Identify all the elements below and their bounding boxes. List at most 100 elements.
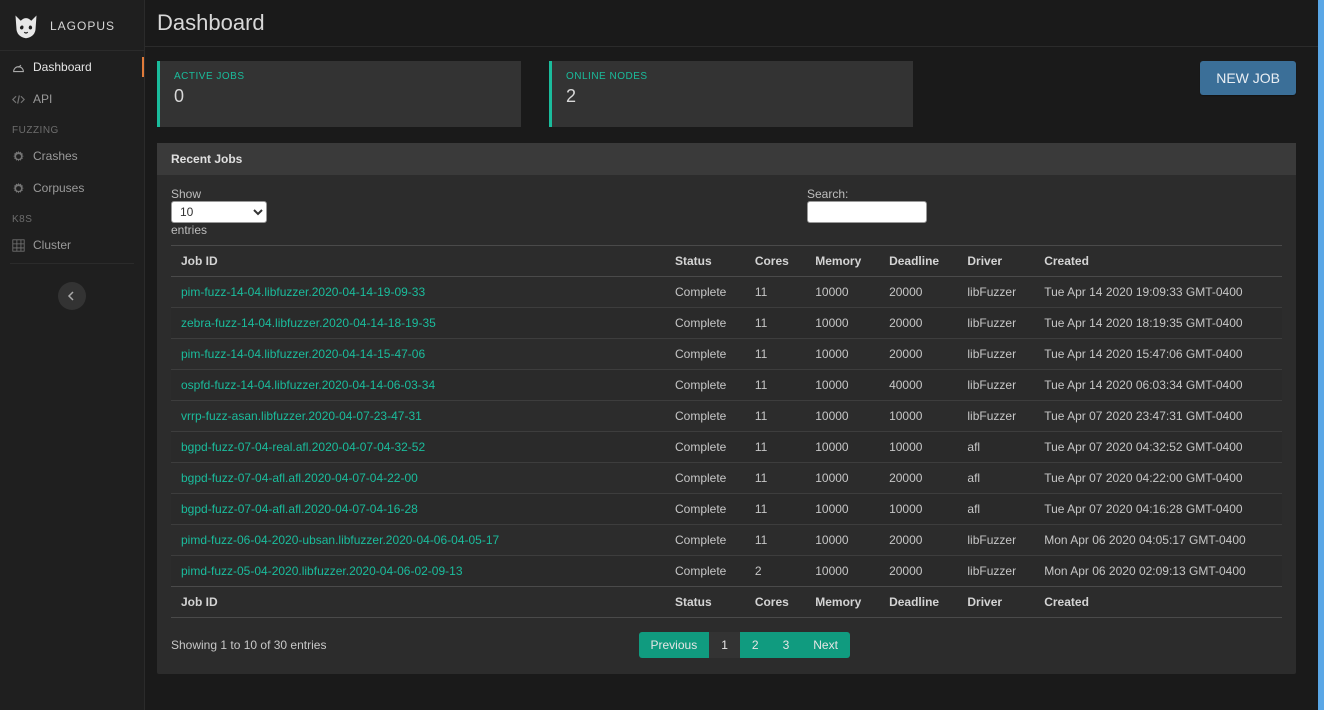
job-link[interactable]: pimd-fuzz-06-04-2020-ubsan.libfuzzer.202… <box>181 533 499 547</box>
cell-cores: 11 <box>745 494 805 525</box>
cell-deadline: 40000 <box>879 370 957 401</box>
cell-driver: afl <box>957 494 1034 525</box>
panel-title: Recent Jobs <box>157 143 1296 175</box>
sidebar: LAGOPUS Dashboard API FUZZING Crashes Co… <box>0 0 145 710</box>
column-header[interactable]: Memory <box>805 246 879 277</box>
column-header[interactable]: Job ID <box>171 246 665 277</box>
stat-value: 0 <box>174 86 507 107</box>
sidebar-item-label: API <box>33 92 52 106</box>
cell-status: Complete <box>665 556 745 587</box>
sidebar-item-label: Cluster <box>33 238 71 252</box>
cell-cores: 11 <box>745 277 805 308</box>
code-icon <box>12 93 25 106</box>
page-length-select[interactable]: 10 <box>171 201 267 223</box>
cell-memory: 10000 <box>805 494 879 525</box>
cell-status: Complete <box>665 308 745 339</box>
sidebar-item-label: Dashboard <box>33 60 92 74</box>
nav-section-fuzzing: FUZZING <box>0 115 144 140</box>
cell-status: Complete <box>665 401 745 432</box>
job-link[interactable]: pim-fuzz-14-04.libfuzzer.2020-04-14-15-4… <box>181 347 425 361</box>
sidebar-item-label: Crashes <box>33 149 78 163</box>
cell-deadline: 10000 <box>879 432 957 463</box>
cell-deadline: 10000 <box>879 494 957 525</box>
cell-created: Tue Apr 07 2020 23:47:31 GMT-0400 <box>1034 401 1282 432</box>
stat-value: 2 <box>566 86 899 107</box>
table-info: Showing 1 to 10 of 30 entries <box>171 638 326 652</box>
column-header[interactable]: Driver <box>957 587 1034 618</box>
cell-driver: libFuzzer <box>957 339 1034 370</box>
stat-card-online-nodes: ONLINE NODES 2 <box>549 61 913 127</box>
table-row: zebra-fuzz-14-04.libfuzzer.2020-04-14-18… <box>171 308 1282 339</box>
sidebar-item-dashboard[interactable]: Dashboard <box>0 51 144 83</box>
brand[interactable]: LAGOPUS <box>0 4 144 51</box>
cell-deadline: 20000 <box>879 308 957 339</box>
cell-job-id: bgpd-fuzz-07-04-real.afl.2020-04-07-04-3… <box>171 432 665 463</box>
column-header[interactable]: Driver <box>957 246 1034 277</box>
page-header: Dashboard <box>145 0 1318 47</box>
job-link[interactable]: vrrp-fuzz-asan.libfuzzer.2020-04-07-23-4… <box>181 409 422 423</box>
cell-status: Complete <box>665 339 745 370</box>
column-header[interactable]: Created <box>1034 246 1282 277</box>
logo-icon <box>12 12 40 40</box>
column-header[interactable]: Status <box>665 246 745 277</box>
pager-prev[interactable]: Previous <box>639 632 710 658</box>
pager-page[interactable]: 3 <box>771 632 802 658</box>
scrollbar[interactable] <box>1318 0 1324 710</box>
search-label: Search: <box>807 187 927 201</box>
cell-memory: 10000 <box>805 401 879 432</box>
column-header[interactable]: Cores <box>745 587 805 618</box>
cell-created: Tue Apr 07 2020 04:16:28 GMT-0400 <box>1034 494 1282 525</box>
table-row: bgpd-fuzz-07-04-afl.afl.2020-04-07-04-22… <box>171 463 1282 494</box>
cell-driver: libFuzzer <box>957 308 1034 339</box>
cell-deadline: 20000 <box>879 525 957 556</box>
sidebar-item-crashes[interactable]: Crashes <box>0 140 144 172</box>
column-header[interactable]: Deadline <box>879 587 957 618</box>
cell-job-id: pimd-fuzz-05-04-2020.libfuzzer.2020-04-0… <box>171 556 665 587</box>
cell-job-id: pimd-fuzz-06-04-2020-ubsan.libfuzzer.202… <box>171 525 665 556</box>
cell-created: Mon Apr 06 2020 04:05:17 GMT-0400 <box>1034 525 1282 556</box>
column-header[interactable]: Cores <box>745 246 805 277</box>
job-link[interactable]: bgpd-fuzz-07-04-real.afl.2020-04-07-04-3… <box>181 440 425 454</box>
table-row: ospfd-fuzz-14-04.libfuzzer.2020-04-14-06… <box>171 370 1282 401</box>
pager-next[interactable]: Next <box>801 632 850 658</box>
cell-memory: 10000 <box>805 277 879 308</box>
column-header[interactable]: Status <box>665 587 745 618</box>
cell-cores: 11 <box>745 370 805 401</box>
page-title: Dashboard <box>157 10 1300 36</box>
cell-driver: afl <box>957 432 1034 463</box>
job-link[interactable]: zebra-fuzz-14-04.libfuzzer.2020-04-14-18… <box>181 316 436 330</box>
job-link[interactable]: pimd-fuzz-05-04-2020.libfuzzer.2020-04-0… <box>181 564 463 578</box>
sidebar-item-corpuses[interactable]: Corpuses <box>0 172 144 204</box>
table-row: pim-fuzz-14-04.libfuzzer.2020-04-14-15-4… <box>171 339 1282 370</box>
brand-text: LAGOPUS <box>50 19 115 33</box>
cell-memory: 10000 <box>805 339 879 370</box>
cell-created: Tue Apr 07 2020 04:32:52 GMT-0400 <box>1034 432 1282 463</box>
cell-driver: afl <box>957 463 1034 494</box>
column-header[interactable]: Created <box>1034 587 1282 618</box>
jobs-table: Job IDStatusCoresMemoryDeadlineDriverCre… <box>171 245 1282 618</box>
pager-page[interactable]: 1 <box>709 632 740 658</box>
cell-driver: libFuzzer <box>957 525 1034 556</box>
cell-status: Complete <box>665 494 745 525</box>
job-link[interactable]: ospfd-fuzz-14-04.libfuzzer.2020-04-14-06… <box>181 378 435 392</box>
sidebar-item-cluster[interactable]: Cluster <box>0 229 144 261</box>
cell-status: Complete <box>665 463 745 494</box>
column-header[interactable]: Deadline <box>879 246 957 277</box>
length-control: Show 10 entries <box>171 187 267 237</box>
chevron-left-icon <box>67 291 77 301</box>
table-row: bgpd-fuzz-07-04-afl.afl.2020-04-07-04-16… <box>171 494 1282 525</box>
job-link[interactable]: bgpd-fuzz-07-04-afl.afl.2020-04-07-04-16… <box>181 502 418 516</box>
column-header[interactable]: Job ID <box>171 587 665 618</box>
sidebar-item-api[interactable]: API <box>0 83 144 115</box>
recent-jobs-panel: Recent Jobs Show 10 entries Search: <box>157 143 1296 674</box>
collapse-sidebar-button[interactable] <box>58 282 86 310</box>
job-link[interactable]: bgpd-fuzz-07-04-afl.afl.2020-04-07-04-22… <box>181 471 418 485</box>
search-input[interactable] <box>807 201 927 223</box>
job-link[interactable]: pim-fuzz-14-04.libfuzzer.2020-04-14-19-0… <box>181 285 425 299</box>
pager-page[interactable]: 2 <box>740 632 771 658</box>
search-control: Search: <box>807 187 927 237</box>
new-job-button[interactable]: NEW JOB <box>1200 61 1296 95</box>
cell-job-id: vrrp-fuzz-asan.libfuzzer.2020-04-07-23-4… <box>171 401 665 432</box>
column-header[interactable]: Memory <box>805 587 879 618</box>
cell-status: Complete <box>665 370 745 401</box>
